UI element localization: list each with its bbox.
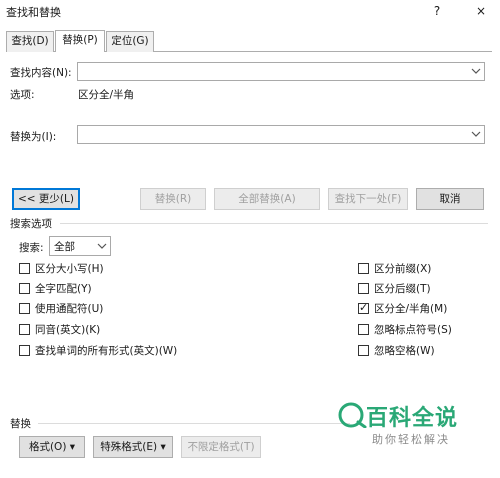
help-icon[interactable]: ? [426, 2, 448, 20]
checkbox-match-suffix[interactable]: 区分后缀(T) [358, 282, 431, 296]
search-direction-value: 全部 [54, 241, 75, 253]
replace-button[interactable]: 替换(R) [140, 188, 206, 210]
close-icon[interactable]: × [470, 2, 492, 20]
checkbox-box[interactable] [19, 324, 30, 335]
checkbox-box[interactable] [19, 263, 30, 274]
checkbox-label: 区分前缀(X) [374, 263, 432, 275]
special-format-button[interactable]: 特殊格式(E) ▾ [93, 436, 173, 458]
chevron-down-icon[interactable] [97, 241, 107, 251]
replace-section-heading: 替换 [10, 418, 31, 430]
checkbox-box[interactable] [358, 324, 369, 335]
section-divider [60, 223, 488, 224]
search-direction-select[interactable]: 全部 [49, 236, 111, 256]
checkbox-label: 查找单词的所有形式(英文)(W) [35, 345, 178, 357]
chevron-down-icon[interactable] [471, 66, 481, 76]
no-formatting-button[interactable]: 不限定格式(T) [181, 436, 261, 458]
check-icon: ✓ [359, 301, 369, 314]
find-next-button[interactable]: 查找下一处(F) [328, 188, 408, 210]
checkbox-label: 忽略标点符号(S) [374, 324, 452, 336]
format-label: 格式(O) [28, 441, 67, 453]
watermark-title: 百科全说 [366, 406, 459, 431]
checkbox-box[interactable] [19, 345, 30, 356]
checkbox-wildcards[interactable]: 使用通配符(U) [19, 302, 103, 316]
watermark-logo-icon [338, 402, 368, 429]
checkbox-box[interactable] [19, 303, 30, 314]
checkbox-ignore-whitespace[interactable]: 忽略空格(W) [358, 344, 435, 358]
checkbox-sounds-like[interactable]: 同音(英文)(K) [19, 323, 100, 337]
tab-replace[interactable]: 替换(P) [55, 30, 105, 52]
find-input[interactable] [77, 62, 485, 81]
checkbox-match-case[interactable]: 区分大小写(H) [19, 262, 104, 276]
window-title: 查找和替换 [6, 6, 61, 19]
checkbox-match-prefix[interactable]: 区分前缀(X) [358, 262, 431, 276]
find-label: 查找内容(N): [10, 67, 72, 79]
checkbox-box[interactable] [19, 283, 30, 294]
special-format-label: 特殊格式(E) [100, 441, 158, 453]
cancel-button[interactable]: 取消 [416, 188, 484, 210]
section-divider [38, 423, 350, 424]
checkbox-box[interactable] [358, 345, 369, 356]
watermark: 百科全说 助你轻松解决 [338, 398, 488, 460]
checkbox-label: 使用通配符(U) [35, 303, 104, 315]
title-bar: 查找和替换 ? × [0, 0, 500, 24]
checkbox-label: 区分大小写(H) [35, 263, 104, 275]
checkbox-box[interactable] [358, 263, 369, 274]
checkbox-match-width[interactable]: ✓ 区分全/半角(M) [358, 301, 448, 316]
options-label: 选项: [10, 89, 35, 101]
replace-input[interactable] [77, 125, 485, 144]
dropdown-icon: ▾ [69, 441, 76, 453]
replace-all-button[interactable]: 全部替换(A) [214, 188, 320, 210]
checkbox-label: 区分全/半角(M) [374, 303, 448, 315]
chevron-down-icon[interactable] [471, 129, 481, 139]
checkbox-all-word-forms[interactable]: 查找单词的所有形式(英文)(W) [19, 344, 177, 358]
format-button[interactable]: 格式(O) ▾ [19, 436, 85, 458]
options-value: 区分全/半角 [78, 89, 135, 101]
checkbox-whole-word[interactable]: 全字匹配(Y) [19, 282, 92, 296]
checkbox-box[interactable]: ✓ [358, 301, 369, 314]
search-direction-label: 搜索: [19, 242, 44, 254]
dropdown-icon: ▾ [160, 441, 166, 453]
less-button[interactable]: << 更少(L) [12, 188, 80, 210]
tab-find[interactable]: 查找(D) [6, 31, 54, 52]
checkbox-box[interactable] [358, 283, 369, 294]
tab-goto[interactable]: 定位(G) [106, 31, 154, 52]
replace-label: 替换为(I): [10, 131, 57, 143]
checkbox-label: 全字匹配(Y) [35, 283, 92, 295]
checkbox-ignore-punctuation[interactable]: 忽略标点符号(S) [358, 323, 452, 337]
checkbox-label: 区分后缀(T) [374, 283, 431, 295]
watermark-subtitle: 助你轻松解决 [372, 433, 450, 446]
checkbox-label: 同音(英文)(K) [35, 324, 101, 336]
search-options-heading: 搜索选项 [10, 218, 52, 230]
checkbox-label: 忽略空格(W) [374, 345, 435, 357]
